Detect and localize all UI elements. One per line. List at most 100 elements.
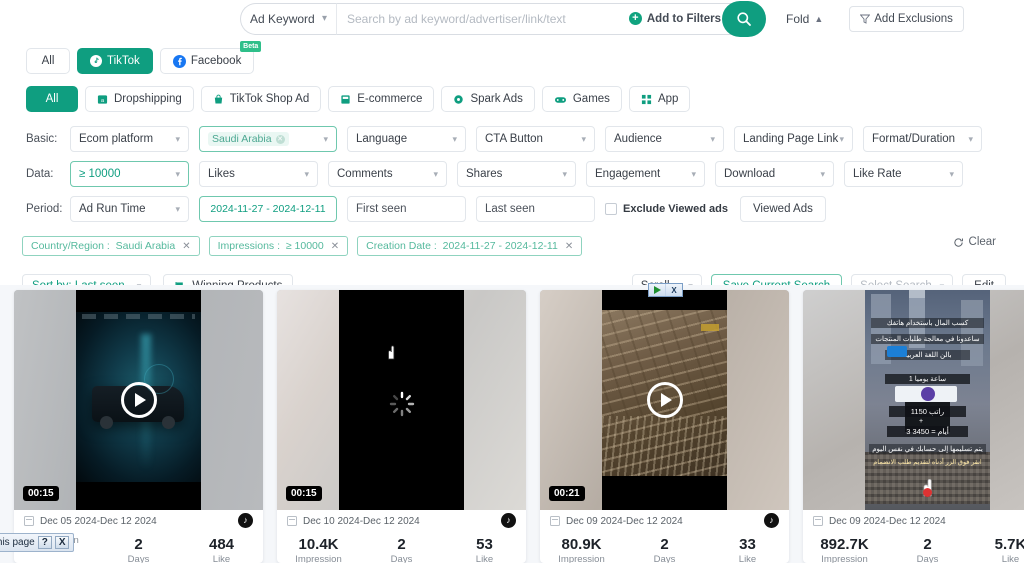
filter-download[interactable]: Download ▾ [715, 161, 834, 187]
calendar-icon [24, 516, 34, 526]
chip-country-region-text: Country/Region : Saudi Arabia [31, 240, 176, 252]
add-to-filters-button[interactable]: + Add to Filters [628, 12, 731, 25]
ad-thumbnail[interactable]: كسب المال باستخدام هاتفك ساعدونا في معال… [803, 290, 1024, 510]
play-button[interactable] [120, 382, 157, 418]
category-tab-spark-ads-label: Spark Ads [470, 93, 523, 105]
ad-choices-overlay[interactable]: X [648, 283, 683, 297]
ad-keyword-type-select[interactable]: Ad Keyword ▾ [240, 2, 336, 35]
stat-impression: 80.9K Impression [540, 535, 623, 563]
viewed-ads-button[interactable]: Viewed Ads [739, 196, 826, 222]
stat-impression-label: Impression [558, 554, 605, 563]
chevron-down-icon: ▾ [433, 168, 438, 179]
filter-row-basic-label: Basic: [26, 133, 58, 145]
filter-likes[interactable]: Likes ▾ [199, 161, 318, 187]
close-badge-button[interactable]: X [666, 284, 682, 296]
search-button[interactable] [722, 0, 766, 37]
add-exclusions-button[interactable]: Add Exclusions [849, 5, 964, 32]
exclude-viewed-ads-checkbox-wrap[interactable]: Exclude Viewed ads [605, 203, 728, 215]
stat-like-value: 33 [739, 536, 756, 553]
filter-date-range[interactable]: 2024-11-27 - 2024-12-11 [199, 196, 337, 222]
platform-tab-tiktok[interactable]: TikTok [77, 48, 153, 74]
close-icon[interactable]: ✕ [331, 241, 339, 252]
filter-ad-run-time[interactable]: Ad Run Time ▾ [70, 196, 189, 222]
stat-days: 2 Days [360, 535, 443, 563]
close-icon[interactable]: ✕ [565, 241, 573, 252]
filter-landing-page-link[interactable]: Landing Page Link ▾ [734, 126, 853, 152]
filter-like-rate-value: Like Rate [853, 168, 902, 180]
clear-filters-button[interactable]: Clear [953, 236, 996, 248]
ad-card[interactable]: 00:15 Dec 05 2024-Dec 12 2024 ♪ Impressi… [14, 290, 263, 563]
filter-last-seen[interactable]: Last seen [476, 196, 595, 222]
play-icon [660, 393, 672, 407]
filter-row-period: Period: Ad Run Time ▾ 2024-11-27 - 2024-… [26, 196, 1024, 222]
ad-thumbnail[interactable]: 00:21 [540, 290, 789, 510]
filter-format-duration[interactable]: Format/Duration ▾ [863, 126, 982, 152]
filter-language[interactable]: Language ▾ [347, 126, 466, 152]
video-duration: 00:15 [23, 486, 59, 501]
filter-first-seen[interactable]: First seen [347, 196, 466, 222]
stat-days-value: 2 [660, 536, 669, 553]
category-tab-games[interactable]: Games [541, 86, 622, 112]
beta-badge: Beta [240, 41, 262, 52]
chevron-down-icon: ▾ [581, 133, 586, 144]
filter-panel: Basic: Ecom platform ▾ Saudi Arabia ✕ ▾ … [0, 112, 1024, 222]
stat-impression-label: Impression [295, 554, 342, 563]
play-badge-icon[interactable] [649, 284, 665, 296]
chip-country-region[interactable]: Country/Region : Saudi Arabia ✕ [22, 236, 200, 256]
category-tab-dropshipping-label: Dropshipping [114, 93, 182, 105]
platform-tab-all[interactable]: All [26, 48, 70, 74]
video-duration: 00:15 [286, 486, 322, 501]
category-tab-spark-ads[interactable]: Spark Ads [441, 86, 535, 112]
ad-thumbnail[interactable]: 00:15 [14, 290, 263, 510]
bag-icon [213, 94, 224, 105]
ad-card[interactable]: كسب المال باستخدام هاتفك ساعدونا في معال… [803, 290, 1024, 563]
help-button[interactable]: ? [37, 536, 52, 549]
ad-card[interactable]: 00:21 Dec 09 2024-Dec 12 2024 ♪ 80.9K Im… [540, 290, 789, 563]
filter-engagement[interactable]: Engagement ▾ [586, 161, 705, 187]
stat-like-label: Like [475, 554, 494, 563]
fold-toggle[interactable]: Fold ▲ [786, 12, 823, 26]
category-tab-ecommerce[interactable]: E-commerce [328, 86, 435, 112]
browser-page-notification[interactable]: m this page ? X [0, 533, 75, 552]
filter-country-region-value: Saudi Arabia [212, 133, 272, 145]
ad-video-frame: كسب المال باستخدام هاتفك ساعدونا في معال… [865, 290, 990, 510]
close-icon[interactable]: ✕ [182, 241, 190, 252]
category-tab-tiktok-shop-ad-label: TikTok Shop Ad [229, 93, 310, 105]
filter-cta-button[interactable]: CTA Button ▾ [476, 126, 595, 152]
category-tab-all[interactable]: All [26, 86, 78, 112]
ad-date-range: Dec 05 2024-Dec 12 2024 [40, 515, 157, 527]
tiktok-icon: ♪ [238, 513, 253, 528]
overlay-line-1: كسب المال باستخدام هاتفك [871, 318, 984, 328]
close-icon[interactable]: ✕ [275, 134, 285, 144]
filter-ecom-platform[interactable]: Ecom platform ▾ [70, 126, 189, 152]
category-tab-app[interactable]: App [628, 86, 691, 112]
play-icon [134, 393, 146, 407]
filter-comments[interactable]: Comments ▾ [328, 161, 447, 187]
filter-impressions[interactable]: ≥ 10000 ▾ [70, 161, 189, 187]
ad-thumbnail[interactable]: 00:15 [277, 290, 526, 510]
platform-tab-facebook[interactable]: Facebook Beta [159, 41, 262, 74]
ad-card-meta: Dec 05 2024-Dec 12 2024 ♪ [14, 510, 263, 532]
stat-days-value: 2 [134, 536, 143, 553]
add-to-filters-label: Add to Filters [646, 12, 721, 25]
ad-card[interactable]: 00:15 Dec 10 2024-Dec 12 2024 ♪ 10.4K Im… [277, 290, 526, 563]
filter-country-region[interactable]: Saudi Arabia ✕ ▾ [199, 126, 337, 152]
search-input[interactable] [347, 8, 627, 29]
play-button[interactable] [646, 382, 683, 418]
chip-impressions[interactable]: Impressions : ≥ 10000 ✕ [208, 236, 349, 256]
chevron-down-icon: ▾ [562, 168, 567, 179]
plus-icon: + [628, 12, 642, 25]
category-tab-tiktok-shop-ad[interactable]: TikTok Shop Ad [200, 86, 322, 112]
top-search-bar: Ad Keyword ▾ + Add to Filters Fold ▲ Add… [0, 0, 1024, 37]
filter-like-rate[interactable]: Like Rate ▾ [844, 161, 963, 187]
filter-audience[interactable]: Audience ▾ [605, 126, 724, 152]
filter-shares[interactable]: Shares ▾ [457, 161, 576, 187]
category-tab-dropshipping[interactable]: a Dropshipping [85, 86, 194, 112]
close-button[interactable]: X [54, 536, 70, 549]
exclude-viewed-ads-checkbox[interactable] [605, 203, 617, 215]
chip-creation-date[interactable]: Creation Date : 2024-11-27 - 2024-12-11 … [357, 236, 583, 256]
chevron-up-icon: ▲ [814, 13, 824, 24]
ad-card-stats: 80.9K Impression 2 Days 33 Like [540, 532, 789, 563]
filter-row-data: Data: ≥ 10000 ▾ Likes ▾ Comments ▾ Share… [26, 161, 1024, 187]
stat-impression-value: 892.7K [820, 536, 869, 553]
